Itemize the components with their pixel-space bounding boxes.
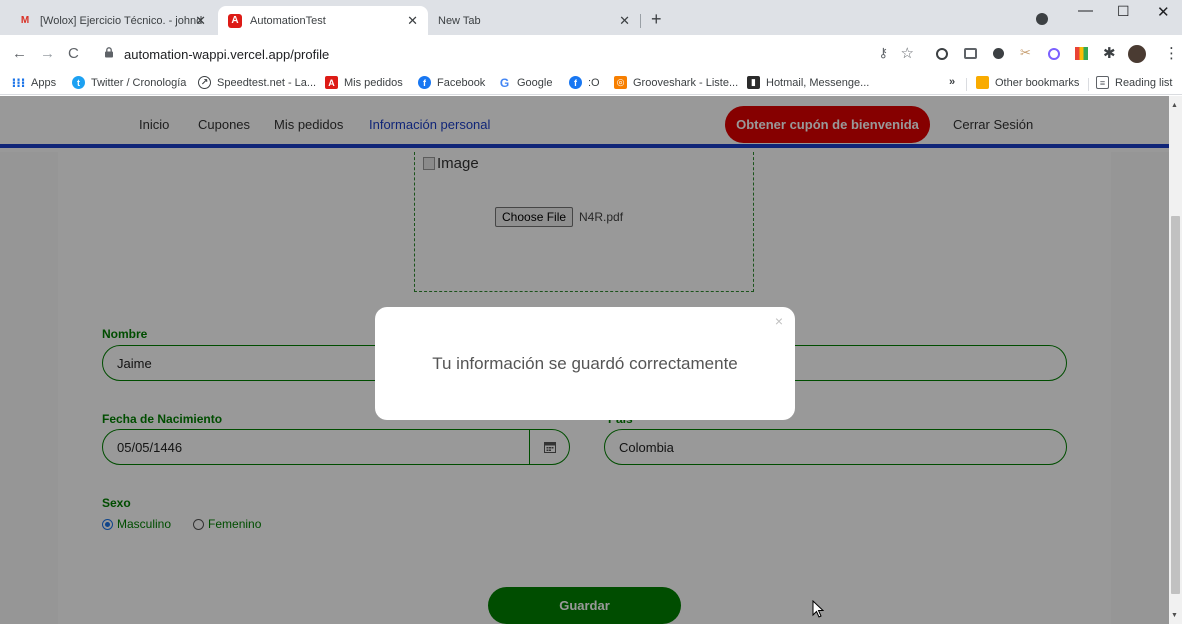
angular-icon: A bbox=[228, 13, 242, 28]
bookmark-label: Facebook bbox=[437, 76, 486, 89]
avatar[interactable] bbox=[1128, 45, 1146, 63]
key-icon[interactable]: ⚷ bbox=[878, 45, 888, 61]
page-viewport: Inicio Cupones Mis pedidos Información p… bbox=[0, 96, 1169, 624]
bookmark-mis-pedidos[interactable]: A Mis pedidos bbox=[325, 76, 403, 89]
bookmark-label: Hotmail, Messenge... bbox=[766, 76, 870, 89]
extension-icon[interactable] bbox=[936, 48, 948, 60]
bookmark-label: Mis pedidos bbox=[344, 76, 403, 89]
facebook-icon: f bbox=[418, 76, 431, 89]
tab-separator bbox=[640, 14, 641, 28]
speedtest-icon: ↗ bbox=[198, 76, 211, 89]
scroll-down-icon[interactable]: ▼ bbox=[1171, 612, 1178, 619]
twitter-icon: t bbox=[72, 76, 85, 89]
close-icon[interactable]: ✕ bbox=[195, 13, 206, 29]
lock-icon bbox=[105, 47, 113, 58]
extension-icon[interactable]: ✂ bbox=[1020, 45, 1031, 61]
browser-tabstrip: M [Wolox] Ejercicio Técnico. - johnd ✕ A… bbox=[0, 0, 1182, 35]
grooveshark-icon: ◎ bbox=[614, 76, 627, 89]
new-tab-button[interactable]: + bbox=[651, 10, 662, 28]
close-icon[interactable]: × bbox=[775, 313, 783, 329]
extension-icon[interactable] bbox=[1075, 47, 1088, 60]
bookmark-speedtest[interactable]: ↗ Speedtest.net - La... bbox=[198, 76, 316, 89]
extension-icon[interactable] bbox=[993, 48, 1004, 59]
bookmark-label: Apps bbox=[31, 76, 57, 89]
google-icon: G bbox=[499, 75, 510, 90]
bookmark-google[interactable]: G Google bbox=[498, 75, 553, 90]
bookmark-label: Speedtest.net - La... bbox=[217, 76, 317, 89]
reading-list-icon: ≡ bbox=[1096, 76, 1109, 89]
back-icon[interactable]: ← bbox=[12, 45, 27, 63]
forward-icon[interactable]: → bbox=[40, 45, 55, 63]
tab-automationtest[interactable]: A AutomationTest ✕ bbox=[218, 6, 428, 35]
bookmark-hotmail[interactable]: ▮ Hotmail, Messenge... bbox=[747, 76, 869, 89]
bookmark-twitter[interactable]: t Twitter / Cronología bbox=[72, 76, 186, 89]
reading-list-button[interactable]: ≡ Reading list bbox=[1096, 76, 1172, 89]
folder-icon bbox=[976, 76, 989, 89]
close-icon[interactable]: ✕ bbox=[619, 13, 630, 29]
bookmark-divider bbox=[966, 78, 967, 91]
success-message: Tu información se guardó correctamente bbox=[432, 354, 738, 373]
mouse-cursor-icon bbox=[812, 600, 824, 618]
tab-title: New Tab bbox=[438, 14, 481, 27]
bookmark-label: Reading list bbox=[1115, 76, 1173, 89]
tab-new-tab[interactable]: New Tab ✕ bbox=[428, 6, 640, 35]
tab-title: AutomationTest bbox=[250, 14, 326, 27]
bookmarks-overflow-button[interactable]: » bbox=[949, 76, 955, 88]
bookmark-facebook[interactable]: f Facebook bbox=[418, 76, 485, 89]
bookmark-other[interactable]: Other bookmarks bbox=[976, 76, 1079, 89]
tab-title: [Wolox] Ejercicio Técnico. - johnd bbox=[40, 14, 203, 27]
facebook-icon: f bbox=[569, 76, 582, 89]
maximize-icon[interactable]: ☐ bbox=[1117, 3, 1130, 20]
puzzle-icon[interactable]: ✱ bbox=[1103, 44, 1116, 62]
reload-icon[interactable]: C bbox=[68, 45, 79, 63]
bookmark-apps[interactable]: ⁝⁝⁝ Apps bbox=[11, 75, 57, 90]
camera-icon[interactable] bbox=[964, 48, 977, 59]
scroll-up-icon[interactable]: ▲ bbox=[1171, 102, 1178, 109]
bookmark-label: Grooveshark - Liste... bbox=[633, 76, 739, 89]
address-bar[interactable]: automation-wappi.vercel.app/profile ⚷ ☆ bbox=[96, 40, 926, 68]
extensions-area: ✂ ✱ ⋮ bbox=[930, 35, 1182, 73]
scrollbar-thumb[interactable] bbox=[1171, 216, 1180, 594]
window-close-icon[interactable]: ✕ bbox=[1157, 3, 1170, 21]
bookmark-label: Google bbox=[517, 76, 553, 89]
bookmark-label: :O bbox=[588, 76, 600, 89]
minimize-icon[interactable]: — bbox=[1078, 2, 1093, 19]
angular-icon: A bbox=[325, 76, 338, 89]
url-text: automation-wappi.vercel.app/profile bbox=[124, 47, 330, 62]
close-icon[interactable]: ✕ bbox=[407, 13, 418, 29]
bookmark-divider bbox=[1088, 78, 1089, 91]
apps-icon: ⁝⁝⁝ bbox=[11, 75, 26, 90]
bookmark-facebook-2[interactable]: f :O bbox=[569, 76, 600, 89]
tab-gmail[interactable]: M [Wolox] Ejercicio Técnico. - johnd ✕ bbox=[8, 6, 216, 35]
page-scrollbar[interactable]: ▲ ▼ bbox=[1169, 96, 1182, 624]
bookmark-label: Other bookmarks bbox=[995, 76, 1080, 89]
star-icon[interactable]: ☆ bbox=[901, 44, 914, 62]
profile-icon[interactable] bbox=[1036, 13, 1048, 25]
success-modal: × Tu información se guardó correctamente bbox=[375, 307, 795, 420]
menu-icon[interactable]: ⋮ bbox=[1164, 44, 1179, 62]
bookmark-label: Twitter / Cronología bbox=[91, 76, 187, 89]
extension-icon[interactable] bbox=[1048, 48, 1060, 60]
gmail-icon: M bbox=[20, 15, 30, 26]
hotmail-icon: ▮ bbox=[747, 76, 760, 89]
bookmark-grooveshark[interactable]: ◎ Grooveshark - Liste... bbox=[614, 76, 738, 89]
bookmarks-bar: ⁝⁝⁝ Apps t Twitter / Cronología ↗ Speedt… bbox=[0, 73, 1182, 95]
